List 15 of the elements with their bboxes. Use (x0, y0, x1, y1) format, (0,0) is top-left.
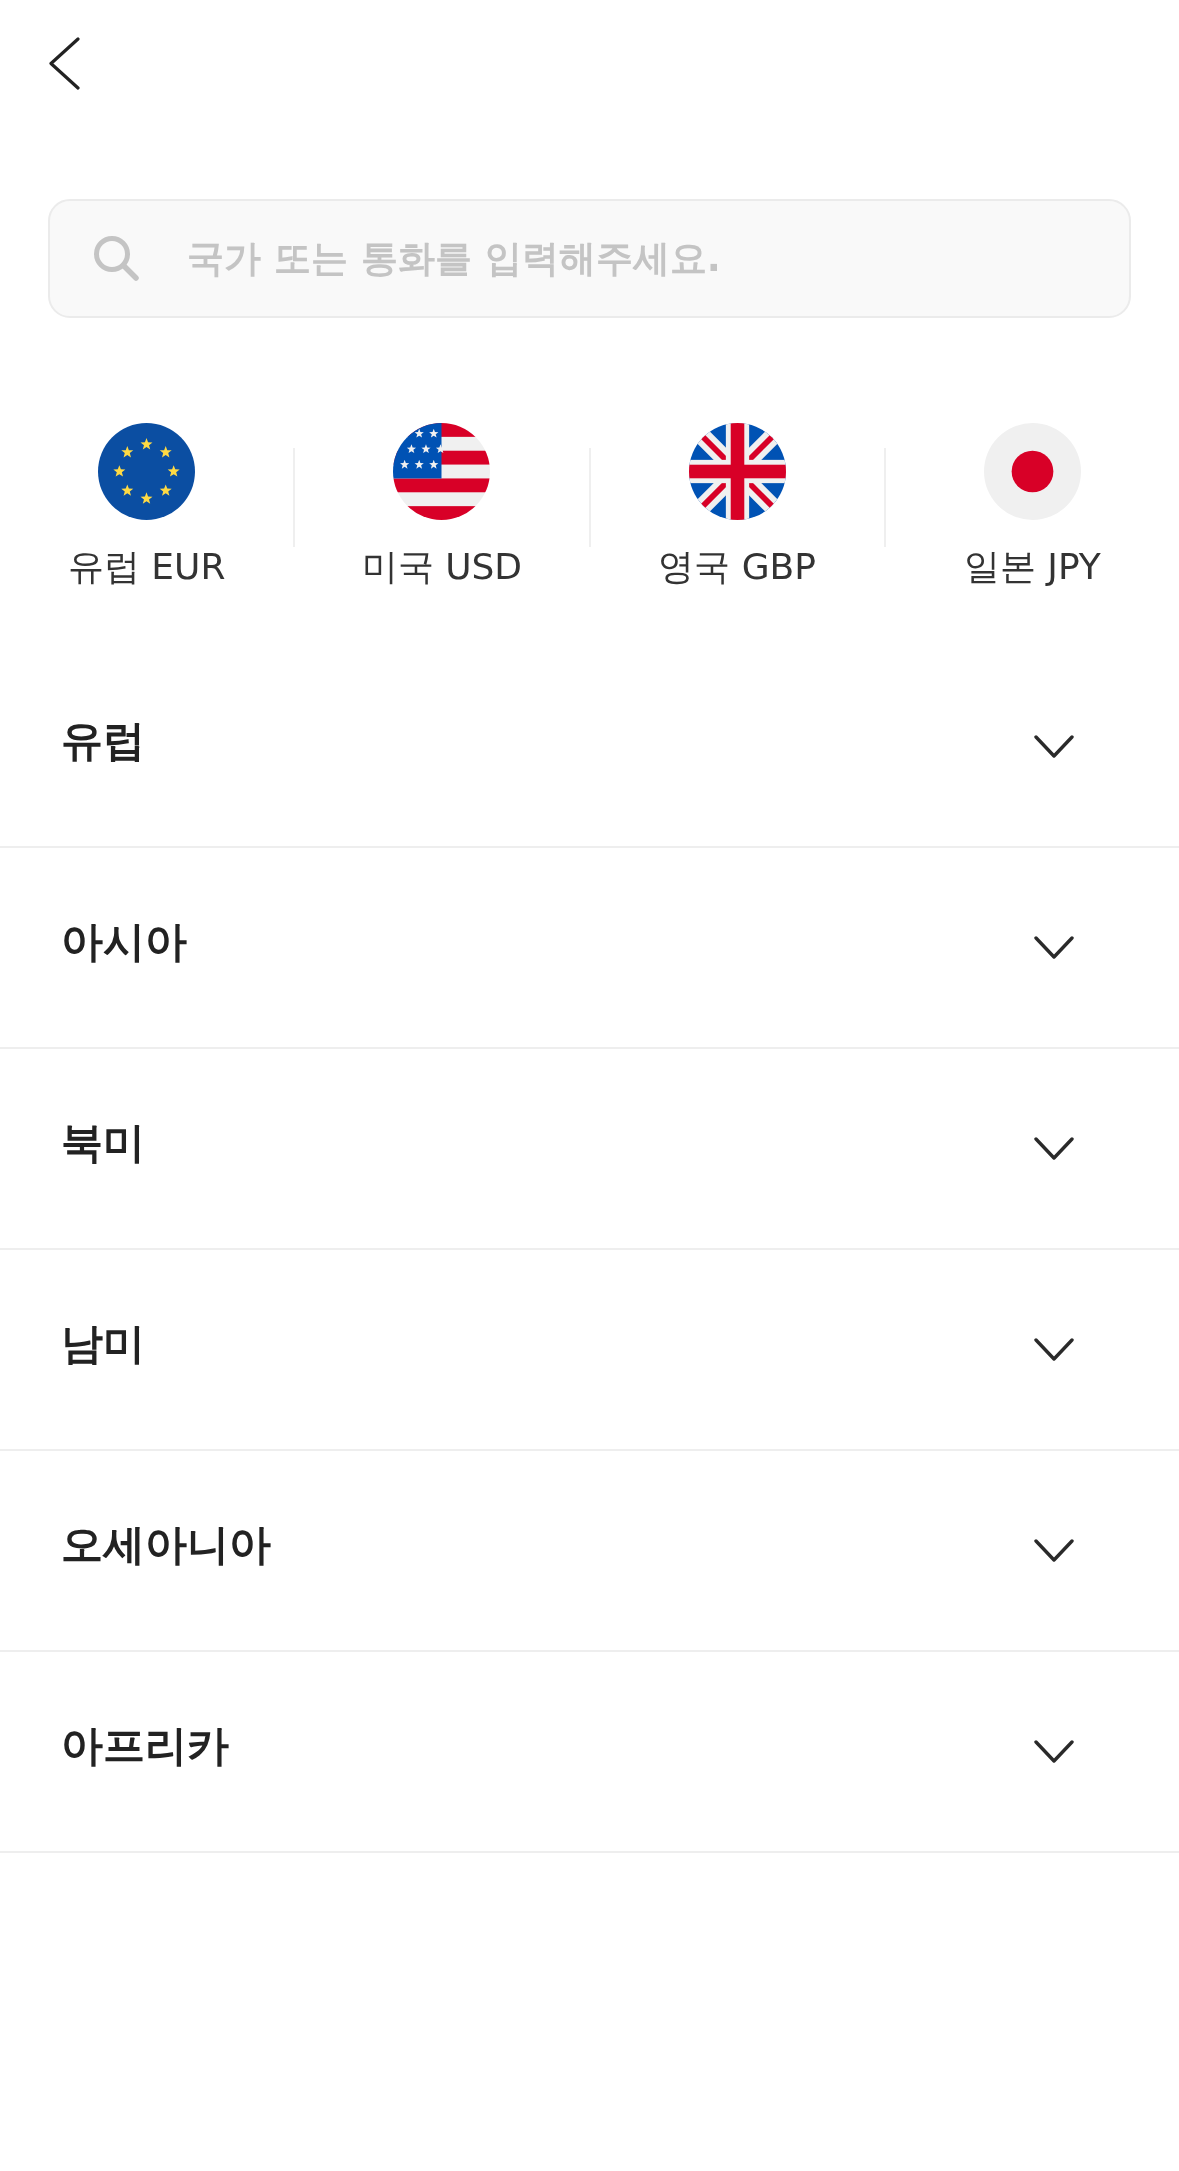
currency-shortcut[interactable]: 영국 GBP (658, 423, 816, 591)
region-row[interactable]: 오세아니아 (0, 1451, 1179, 1650)
japan-flag-icon (983, 423, 1081, 520)
region-row[interactable]: 아프리카 (0, 1652, 1179, 1851)
currency-shortcut[interactable]: 일본 JPY (963, 423, 1101, 591)
region-row[interactable]: 남미 (0, 1250, 1179, 1449)
region-row[interactable]: 유럽 (0, 647, 1179, 846)
chevron-left-icon (48, 37, 80, 90)
region-row[interactable]: 아시아 (0, 848, 1179, 1047)
search-icon (93, 235, 139, 281)
back-button[interactable] (48, 37, 80, 90)
region-row[interactable]: 북미 (0, 1049, 1179, 1248)
currency-shortcut[interactable]: 미국 USD (361, 423, 523, 591)
eu-flag-icon (98, 423, 196, 520)
currency-shortcut[interactable]: 유럽 EUR (67, 423, 226, 591)
